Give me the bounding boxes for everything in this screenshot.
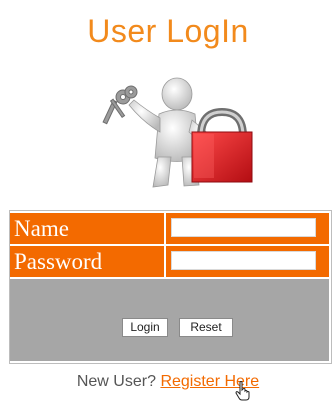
new-user-text: New User? bbox=[76, 373, 156, 390]
name-field-cell bbox=[166, 213, 329, 244]
login-form: Name Password Login Reset bbox=[9, 210, 332, 364]
form-actions: Login Reset bbox=[10, 279, 329, 361]
name-row: Name bbox=[10, 213, 331, 244]
login-button[interactable]: Login bbox=[122, 318, 168, 337]
password-input[interactable] bbox=[171, 251, 316, 270]
password-label: Password bbox=[10, 246, 164, 277]
reset-button[interactable]: Reset bbox=[179, 318, 233, 337]
hand-pointer-cursor-icon bbox=[235, 381, 250, 401]
password-field-cell bbox=[166, 246, 329, 277]
register-prompt: New User? Register Here bbox=[0, 372, 336, 392]
name-input[interactable] bbox=[171, 218, 316, 237]
password-row: Password bbox=[10, 246, 331, 277]
name-label: Name bbox=[10, 213, 164, 244]
user-keys-padlock-icon bbox=[102, 77, 253, 188]
page-title: User LogIn bbox=[87, 13, 249, 49]
